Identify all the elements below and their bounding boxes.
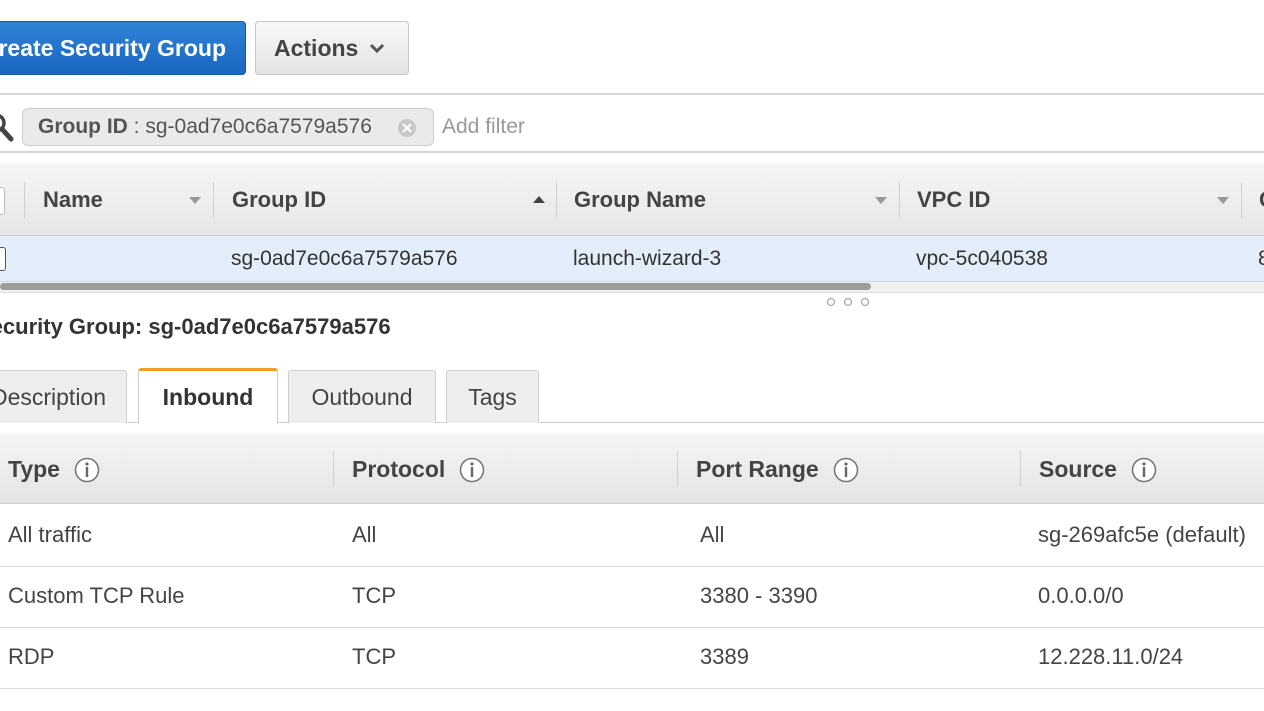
rules-column-source: Source <box>1039 456 1157 483</box>
sort-down-icon[interactable] <box>875 197 887 205</box>
rule-type: Custom TCP Rule <box>8 583 185 608</box>
column-header-group-id[interactable]: Group ID <box>232 187 326 213</box>
column-header-group-name[interactable]: Group Name <box>574 187 706 213</box>
rule-protocol: All <box>352 522 377 547</box>
info-icon[interactable] <box>74 457 100 483</box>
actions-label: Actions <box>274 34 359 61</box>
rules-column-protocol: Protocol <box>352 456 485 483</box>
row-checkbox[interactable] <box>0 247 6 271</box>
chevron-down-icon <box>370 43 385 54</box>
column-separator <box>677 451 678 487</box>
column-separator <box>24 182 25 218</box>
column-header-name[interactable]: Name <box>43 187 103 213</box>
column-header-next[interactable]: C <box>1259 187 1264 213</box>
rule-source: 0.0.0.0/0 <box>1038 583 1124 608</box>
column-separator <box>1020 451 1021 487</box>
select-all-checkbox[interactable] <box>0 187 5 215</box>
rule-type: All traffic <box>8 522 92 547</box>
tab-inbound[interactable]: Inbound <box>138 368 278 424</box>
sort-down-icon[interactable] <box>1217 197 1229 205</box>
rule-source: 12.228.11.0/24 <box>1038 644 1184 669</box>
cell-next-col: 8 <box>1258 247 1264 270</box>
rules-column-port-range-label: Port Range <box>696 456 819 482</box>
column-separator <box>899 182 900 218</box>
sort-down-icon[interactable] <box>189 197 201 205</box>
search-icon <box>0 114 14 142</box>
rules-column-type-label: Type <box>8 456 60 482</box>
column-separator <box>213 182 214 218</box>
cell-group-id: sg-0ad7e0c6a7579a576 <box>231 247 458 270</box>
resize-handle-icon[interactable] <box>826 297 876 307</box>
rules-column-type: Type <box>8 456 100 483</box>
detail-title: Security Group: sg-0ad7e0c6a7579a576 <box>0 314 391 339</box>
tab-inbound-label: Inbound <box>162 384 254 410</box>
rule-source: sg-269afc5e (default) <box>1038 522 1246 547</box>
filter-chip[interactable]: Group ID : sg-0ad7e0c6a7579a576 <box>22 108 434 146</box>
info-icon[interactable] <box>833 457 859 483</box>
cell-group-name: launch-wizard-3 <box>573 247 722 270</box>
create-security-group-label: Create Security Group <box>0 34 226 61</box>
column-separator <box>556 182 557 218</box>
info-icon[interactable] <box>459 457 485 483</box>
sort-up-icon[interactable] <box>533 195 545 203</box>
rules-column-port-range: Port Range <box>696 456 859 483</box>
tab-tags-label: Tags <box>468 383 517 410</box>
scrollbar-thumb[interactable] <box>0 283 871 290</box>
rules-column-protocol-label: Protocol <box>352 456 446 482</box>
filter-chip-key: Group ID <box>38 115 128 138</box>
tab-outbound-label: Outbound <box>311 383 413 410</box>
column-header-vpc-id[interactable]: VPC ID <box>917 187 990 213</box>
add-filter-input[interactable]: Add filter <box>442 115 525 139</box>
actions-button[interactable]: Actions <box>255 21 409 75</box>
tab-tags[interactable]: Tags <box>446 370 539 423</box>
rule-port-range: 3380 - 3390 <box>700 583 818 608</box>
column-separator <box>333 451 334 487</box>
tab-outbound[interactable]: Outbound <box>288 370 436 423</box>
filter-chip-value: sg-0ad7e0c6a7579a576 <box>145 115 372 138</box>
close-icon[interactable] <box>397 118 417 138</box>
rule-type: RDP <box>8 644 55 669</box>
rule-protocol: TCP <box>352 644 396 669</box>
tab-description-label: Description <box>0 383 107 410</box>
rule-port-range: 3389 <box>700 644 749 669</box>
filter-chip-separator: : <box>127 115 146 138</box>
cell-vpc-id: vpc-5c040538 <box>916 247 1048 270</box>
tab-description[interactable]: Description <box>0 370 127 423</box>
column-separator <box>1241 182 1242 218</box>
rules-column-source-label: Source <box>1039 456 1117 482</box>
rule-port-range: All <box>700 522 725 547</box>
info-icon[interactable] <box>1131 457 1157 483</box>
rule-protocol: TCP <box>352 583 396 608</box>
create-security-group-button[interactable]: Create Security Group <box>0 21 246 75</box>
